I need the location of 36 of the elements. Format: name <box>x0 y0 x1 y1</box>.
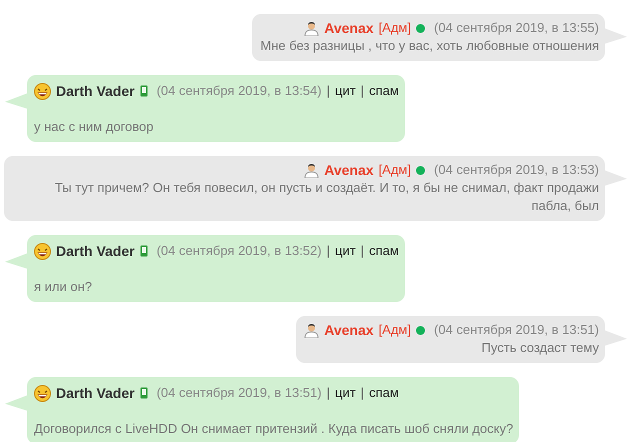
message-text: Договорился с LiveHDD Он снимает притензий . Куда писать шоб сняли доску? <box>34 420 514 438</box>
separator: | <box>326 82 330 100</box>
laughing-smiley-icon <box>34 82 51 100</box>
laughing-smiley-icon <box>34 242 51 260</box>
quote-link[interactable]: цит <box>335 82 356 100</box>
author-name[interactable]: Darth Vader <box>56 82 135 100</box>
message-text: я или он? <box>34 278 94 296</box>
quote-link[interactable]: цит <box>335 242 356 260</box>
message-date: (04 сентября 2019, в 13:55) <box>434 19 599 37</box>
author-name[interactable]: Darth Vader <box>56 384 135 402</box>
user-avatar-icon <box>304 162 320 178</box>
quote-link[interactable]: цит <box>335 384 356 402</box>
message-text: Пусть создаст тему <box>480 339 599 357</box>
separator: | <box>326 242 330 260</box>
separator: | <box>360 242 364 260</box>
message-date: (04 сентября 2019, в 13:51) <box>156 384 322 402</box>
role-tag: [Адм] <box>378 321 411 339</box>
role-tag: [Адм] <box>378 161 411 179</box>
spam-link[interactable]: спам <box>369 384 399 402</box>
message-text: Ты тут причем? Он тебя повесил, он пусть и создаёт. И то, я бы не снимал, факт продажи пабла, был <box>54 179 599 215</box>
role-tag: [Адм] <box>378 19 411 37</box>
message-text: Мне без разницы , что у вас, хоть любовные отношения <box>260 37 599 55</box>
separator: | <box>360 82 364 100</box>
separator: | <box>326 384 330 402</box>
message-date: (04 сентября 2019, в 13:53) <box>434 161 599 179</box>
message-date: (04 сентября 2019, в 13:52) <box>156 242 322 260</box>
author-name[interactable]: Darth Vader <box>56 242 135 260</box>
message-date: (04 сентября 2019, в 13:54) <box>156 82 322 100</box>
spam-link[interactable]: спам <box>369 242 399 260</box>
spam-link[interactable]: спам <box>369 82 399 100</box>
message-text: у нас с ним договор <box>34 118 154 136</box>
separator: | <box>360 384 364 402</box>
user-avatar-icon <box>304 20 320 36</box>
laughing-smiley-icon <box>34 384 51 402</box>
message-date: (04 сентября 2019, в 13:51) <box>434 321 599 339</box>
user-avatar-icon <box>304 322 320 338</box>
